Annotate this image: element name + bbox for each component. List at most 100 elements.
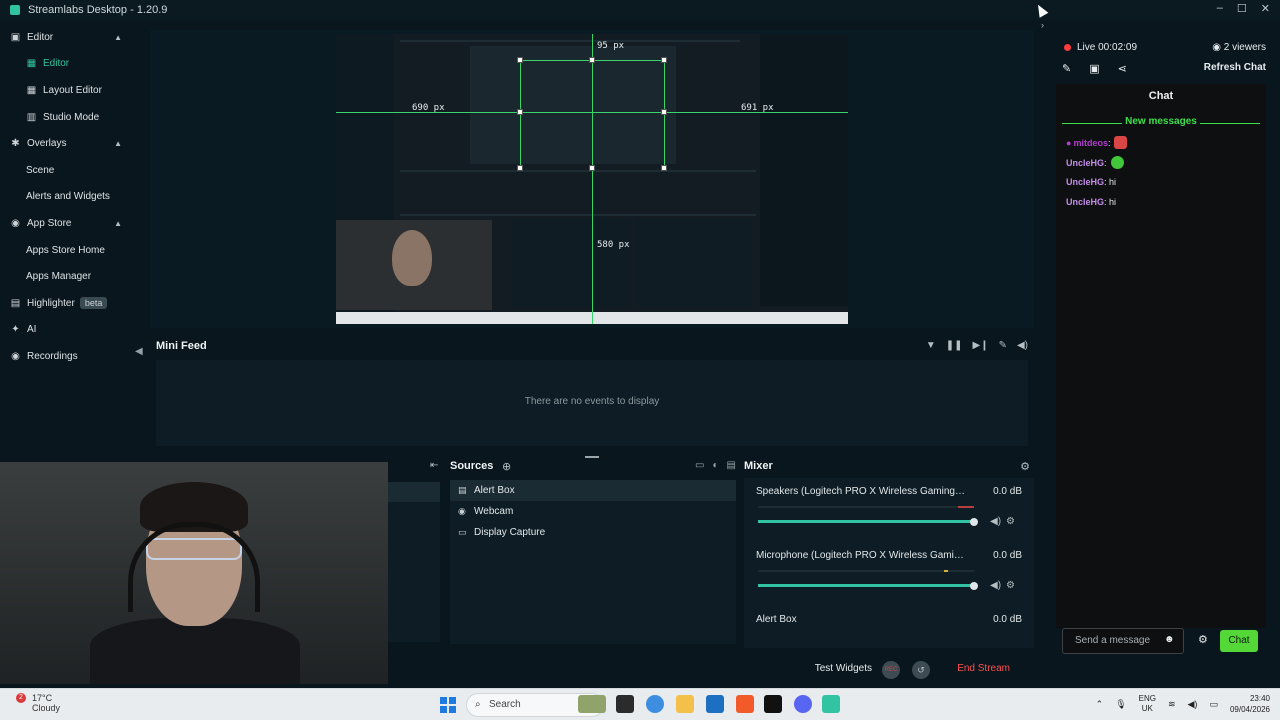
weather-app-icon[interactable] [578, 695, 606, 713]
eye-icon[interactable]: ◐ [713, 460, 719, 471]
sidebar-item-apps-store-home[interactable]: Apps Store Home [0, 237, 148, 264]
pencil-icon[interactable]: ✎ [1062, 62, 1071, 75]
sidebar-item-app-store[interactable]: ◉ App Store ▲ [0, 210, 148, 237]
source-item[interactable]: ◉ Webcam [450, 501, 736, 522]
live-dot-icon [1064, 44, 1071, 51]
wifi-icon[interactable]: ≋ [1168, 699, 1176, 710]
resize-handle[interactable] [661, 109, 667, 115]
resize-handle[interactable] [517, 109, 523, 115]
volume-slider[interactable] [758, 520, 974, 523]
test-widgets-button[interactable]: Test Widgets [815, 663, 872, 674]
battery-icon[interactable]: ▭ [1209, 699, 1218, 710]
source-item[interactable]: ▤ Alert Box [450, 480, 736, 501]
chevron-up-icon[interactable]: ▲ [114, 219, 122, 228]
search-icon: ⌕ [475, 699, 481, 710]
mute-icon[interactable]: ✎ [999, 340, 1007, 351]
volume-icon[interactable]: ◀) [1188, 699, 1198, 710]
chat-username[interactable]: UncleHG [1066, 177, 1104, 187]
resize-handle[interactable] [589, 165, 595, 171]
filter-icon[interactable]: ▼ [926, 340, 936, 351]
sidebar-item-overlays[interactable]: ✱ Overlays ▲ [0, 130, 148, 157]
new-messages-label: New messages [1125, 116, 1197, 127]
weather-widget[interactable]: 2 17°C Cloudy [16, 693, 60, 713]
chevron-up-icon[interactable]: ▲ [114, 139, 122, 148]
lang-region: UK [1141, 704, 1153, 713]
volume-knob[interactable] [970, 582, 978, 590]
mixer-channel-name: Alert Box [756, 614, 797, 625]
chat-text: : hi [1104, 197, 1117, 207]
chevron-up-icon[interactable]: ⌃ [1096, 699, 1104, 710]
sidebar-item-highlighter[interactable]: ▤ Highlighter beta [0, 290, 148, 317]
gear-icon[interactable]: ⚙ [1006, 580, 1015, 591]
source-item[interactable]: ▭ Display Capture [450, 522, 736, 543]
skip-icon[interactable]: ▶❙ [973, 340, 989, 351]
chat-username[interactable]: mitdeos [1073, 138, 1108, 148]
maximize-button[interactable]: ☐ [1237, 2, 1247, 15]
speaker-icon[interactable]: ◀) [990, 516, 1001, 527]
chat-send-button[interactable]: Chat [1220, 630, 1258, 652]
selected-scene[interactable] [388, 482, 440, 502]
mini-feed-list: There are no events to display [156, 360, 1028, 446]
refresh-chat-button[interactable]: Refresh Chat [1204, 62, 1266, 73]
window-controls: – ☐ ✕ [1217, 2, 1270, 15]
settings-icon[interactable]: ▤ [727, 460, 736, 471]
resize-handle[interactable] [661, 165, 667, 171]
nested-divider [400, 170, 756, 172]
sidebar-item-studio-mode[interactable]: ▥ Studio Mode [0, 104, 148, 131]
sidebar-item-editor[interactable]: ▣ Editor ▲ [0, 24, 148, 51]
replay-buffer-icon[interactable]: ↺ [912, 661, 930, 679]
minimize-button[interactable]: – [1217, 2, 1223, 15]
mixer-settings-icon[interactable]: ⚙ [1020, 460, 1030, 473]
sidebar-item-recordings[interactable]: ◉ Recordings [0, 343, 148, 370]
windows-start-icon[interactable] [440, 697, 456, 713]
microphone-icon[interactable]: 🎙︎ [1115, 699, 1126, 710]
volume-knob[interactable] [970, 518, 978, 526]
sidebar-item-alerts-widgets[interactable]: Alerts and Widgets [0, 184, 148, 211]
mixer-title: Mixer [744, 460, 773, 472]
add-source-icon[interactable]: ⊕ [502, 460, 511, 473]
chat-username[interactable]: UncleHG [1066, 197, 1104, 207]
chevron-up-icon[interactable]: ▲ [114, 33, 122, 42]
volume-slider[interactable] [758, 584, 974, 587]
collapse-scenes-icon[interactable]: ⇤ [430, 460, 438, 471]
folder-icon[interactable]: ▭ [695, 460, 704, 471]
pause-icon[interactable]: ❚❚ [946, 340, 963, 351]
language-indicator[interactable]: ENG UK [1139, 694, 1156, 714]
gear-icon[interactable]: ⚙ [1006, 516, 1015, 527]
clock[interactable]: 23:40 09/04/2026 [1230, 693, 1270, 715]
close-button[interactable]: ✕ [1261, 2, 1270, 15]
end-stream-button[interactable]: End Stream [957, 663, 1010, 674]
mixer-channel-db: 0.0 dB [993, 550, 1022, 561]
sidebar-item-ai[interactable]: ✦ AI [0, 317, 148, 344]
streamlabs-icon[interactable] [822, 695, 840, 713]
chat-username[interactable]: UncleHG [1066, 158, 1104, 168]
store-icon[interactable] [706, 695, 724, 713]
resize-handle[interactable] [589, 57, 595, 63]
emoji-icon[interactable]: ☻ [1164, 634, 1175, 645]
capcut-icon[interactable] [764, 695, 782, 713]
sidebar-item-scene[interactable]: Scene [0, 157, 148, 184]
sidebar-item-apps-manager[interactable]: Apps Manager [0, 263, 148, 290]
brave-browser-icon[interactable] [736, 695, 754, 713]
volume-icon[interactable]: ◀) [1017, 340, 1028, 351]
speaker-icon[interactable]: ◀) [990, 580, 1001, 591]
collapse-sidebar-icon[interactable]: ◀ [135, 346, 143, 357]
mixer-channel-db: 0.0 dB [993, 614, 1022, 625]
record-button[interactable]: REC [882, 661, 900, 679]
file-explorer-icon[interactable] [676, 695, 694, 713]
chat-settings-icon[interactable]: ⚙ [1198, 633, 1208, 646]
chevron-right-icon[interactable]: › [1041, 20, 1044, 30]
share-icon[interactable]: ⋖ [1118, 62, 1127, 75]
resize-handle[interactable] [517, 57, 523, 63]
resize-handle[interactable] [517, 165, 523, 171]
discord-icon[interactable] [794, 695, 812, 713]
sources-title: Sources [450, 460, 494, 472]
sidebar-item-editor-sub[interactable]: ▦ Editor [0, 51, 148, 78]
window-title: Streamlabs Desktop - 1.20.9 [28, 4, 168, 16]
popout-icon[interactable]: ▣ [1089, 62, 1099, 75]
viewer-count-label: 2 viewers [1223, 42, 1266, 53]
sidebar-item-layout-editor[interactable]: ▦ Layout Editor [0, 77, 148, 104]
resize-handle[interactable] [661, 57, 667, 63]
copilot-icon[interactable] [646, 695, 664, 713]
task-view-icon[interactable] [616, 695, 634, 713]
